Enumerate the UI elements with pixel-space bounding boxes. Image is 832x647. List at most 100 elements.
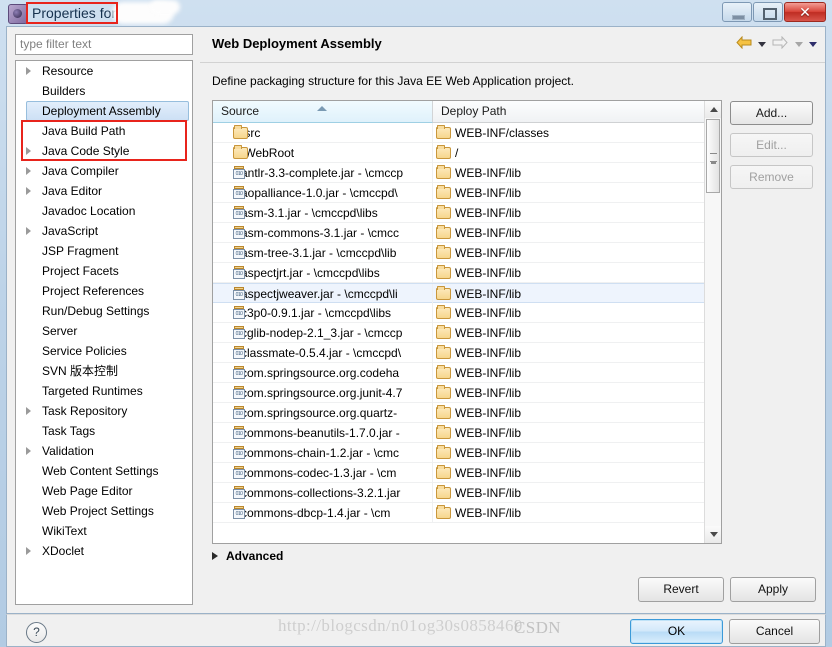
table-row[interactable]: 010 classmate-0.5.4.jar - \cmccpd\ WEB-INF… xyxy=(213,343,721,363)
table-row[interactable]: 010 commons-collections-3.2.1.jar WEB-INF/… xyxy=(213,483,721,503)
jar-icon: 010 xyxy=(233,486,245,499)
sidebar-item-validation[interactable]: Validation xyxy=(16,441,192,461)
folder-icon xyxy=(436,345,451,359)
watermark-csdn: CSDN xyxy=(514,618,561,637)
sidebar-item-wikitext[interactable]: WikiText xyxy=(16,521,192,541)
scrollbar-thumb[interactable] xyxy=(706,119,720,193)
chevron-right-icon[interactable] xyxy=(26,187,31,195)
table-row[interactable]: 010 aspectjrt.jar - \cmccpd\libs WEB-INF/l… xyxy=(213,263,721,283)
scroll-up-button[interactable] xyxy=(705,101,721,118)
add-button[interactable]: Add... xyxy=(730,101,813,125)
page-navigation[interactable] xyxy=(733,35,817,54)
back-arrow-icon[interactable] xyxy=(735,35,752,52)
folder-icon xyxy=(436,185,451,199)
sidebar-item-label: Task Repository xyxy=(42,404,128,418)
revert-button[interactable]: Revert xyxy=(638,577,724,602)
table-row[interactable]: /src WEB-INF/classes xyxy=(213,123,721,143)
sidebar-item-jsp-fragment[interactable]: JSP Fragment xyxy=(16,241,192,261)
source-label: aspectjrt.jar - \cmccpd\libs xyxy=(241,266,380,280)
sidebar-item-xdoclet[interactable]: XDoclet xyxy=(16,541,192,561)
sidebar-item-web-page-editor[interactable]: Web Page Editor xyxy=(16,481,192,501)
sidebar-item-server[interactable]: Server xyxy=(16,321,192,341)
cell-deploy-path: WEB-INF/lib xyxy=(433,303,706,322)
help-icon[interactable]: ? xyxy=(26,622,47,643)
cell-source: 010 commons-chain-1.2.jar - \cmc xyxy=(213,443,433,462)
edit-button: Edit... xyxy=(730,133,813,157)
sidebar-item-java-code-style[interactable]: Java Code Style xyxy=(16,141,192,161)
table-row[interactable]: 010 cglib-nodep-2.1_3.jar - \cmccp WEB-INF… xyxy=(213,323,721,343)
cell-source: 010 antlr-3.3-complete.jar - \cmccp xyxy=(213,163,433,182)
table-row[interactable]: 010 com.springsource.org.junit-4.7 WEB-INF… xyxy=(213,383,721,403)
sidebar-item-project-references[interactable]: Project References xyxy=(16,281,192,301)
sidebar-item-java-editor[interactable]: Java Editor xyxy=(16,181,192,201)
close-button[interactable]: ✕ xyxy=(784,2,826,22)
table-row[interactable]: 010 commons-dbcp-1.4.jar - \cm WEB-INF/lib xyxy=(213,503,721,523)
watermark-text: http://blogcsdn/n01og30s0858469 CSDN xyxy=(278,616,818,640)
sidebar-item-deployment-assembly[interactable]: Deployment Assembly xyxy=(26,101,189,121)
forward-dropdown-icon xyxy=(794,41,803,47)
view-menu-icon[interactable] xyxy=(809,41,817,47)
cell-deploy-path: WEB-INF/classes xyxy=(433,123,706,142)
sidebar-item-label: Task Tags xyxy=(42,424,96,438)
filter-input[interactable]: type filter text xyxy=(15,34,193,55)
chevron-right-icon[interactable] xyxy=(26,67,31,75)
table-row[interactable]: /WebRoot / xyxy=(213,143,721,163)
sidebar-item-web-content-settings[interactable]: Web Content Settings xyxy=(16,461,192,481)
folder-icon xyxy=(436,485,451,499)
deploy-path-label: / xyxy=(455,146,459,160)
sidebar-item-resource[interactable]: Resource xyxy=(16,61,192,81)
sidebar-item-task-tags[interactable]: Task Tags xyxy=(16,421,192,441)
sidebar-item-run-debug-settings[interactable]: Run/Debug Settings xyxy=(16,301,192,321)
table-row[interactable]: 010 com.springsource.org.codeha WEB-INF/li… xyxy=(213,363,721,383)
folder-icon xyxy=(436,405,451,419)
table-row[interactable]: 010 com.springsource.org.quartz- WEB-INF/l… xyxy=(213,403,721,423)
table-row[interactable]: 010 c3p0-0.9.1.jar - \cmccpd\libs WEB-INF/… xyxy=(213,303,721,323)
table-vertical-scrollbar[interactable] xyxy=(704,101,721,543)
sidebar-item-web-project-settings[interactable]: Web Project Settings xyxy=(16,501,192,521)
scroll-down-button[interactable] xyxy=(705,526,721,543)
table-row[interactable]: 010 asm-tree-3.1.jar - \cmccpd\lib WEB-INF… xyxy=(213,243,721,263)
sidebar-item-java-build-path[interactable]: Java Build Path xyxy=(16,121,192,141)
table-body[interactable]: /src WEB-INF/classes/WebRoot/010 antlr-3.3… xyxy=(213,123,721,523)
sidebar-item-svn[interactable]: SVN 版本控制 xyxy=(16,361,192,381)
sidebar-item-project-facets[interactable]: Project Facets xyxy=(16,261,192,281)
advanced-label: Advanced xyxy=(226,549,284,563)
back-dropdown-icon[interactable] xyxy=(757,41,766,47)
chevron-right-icon[interactable] xyxy=(26,407,31,415)
properties-dialog-window: Properties for ✕ type filter text Resour… xyxy=(0,0,832,647)
sidebar-item-javadoc-location[interactable]: Javadoc Location xyxy=(16,201,192,221)
table-row[interactable]: 010 commons-codec-1.3.jar - \cm WEB-INF/li… xyxy=(213,463,721,483)
column-header-deploy-path[interactable]: Deploy Path xyxy=(433,101,706,123)
table-row[interactable]: 010 asm-commons-3.1.jar - \cmcc WEB-INF/li… xyxy=(213,223,721,243)
sidebar-item-service-policies[interactable]: Service Policies xyxy=(16,341,192,361)
chevron-right-icon[interactable] xyxy=(26,447,31,455)
table-row[interactable]: 010 aopalliance-1.0.jar - \cmccpd\ WEB-INF… xyxy=(213,183,721,203)
source-label: aopalliance-1.0.jar - \cmccpd\ xyxy=(241,186,398,200)
sidebar-item-task-repository[interactable]: Task Repository xyxy=(16,401,192,421)
column-header-source[interactable]: Source xyxy=(213,101,433,123)
apply-button[interactable]: Apply xyxy=(730,577,816,602)
table-row[interactable]: 010 aspectjweaver.jar - \cmccpd\li WEB-INF… xyxy=(213,283,721,303)
sidebar-item-java-compiler[interactable]: Java Compiler xyxy=(16,161,192,181)
chevron-right-icon[interactable] xyxy=(26,547,31,555)
sidebar-item-targeted-runtimes[interactable]: Targeted Runtimes xyxy=(16,381,192,401)
chevron-right-icon xyxy=(212,552,218,560)
settings-tree[interactable]: Resource Builders Deployment Assembly Java … xyxy=(15,60,193,605)
table-row[interactable]: 010 antlr-3.3-complete.jar - \cmccp WEB-IN… xyxy=(213,163,721,183)
chevron-right-icon[interactable] xyxy=(26,227,31,235)
table-row[interactable]: 010 asm-3.1.jar - \cmccpd\libs WEB-INF/lib xyxy=(213,203,721,223)
advanced-section-toggle[interactable]: Advanced xyxy=(212,549,283,565)
table-row[interactable]: 010 commons-chain-1.2.jar - \cmc WEB-INF/l… xyxy=(213,443,721,463)
minimize-button[interactable] xyxy=(722,2,752,22)
folder-icon xyxy=(436,205,451,219)
deployment-assembly-table[interactable]: Source Deploy Path /src WEB-INF/classes/W… xyxy=(212,100,722,544)
title-bar[interactable]: Properties for ✕ xyxy=(0,0,832,26)
sidebar-item-javascript[interactable]: JavaScript xyxy=(16,221,192,241)
sidebar-item-builders[interactable]: Builders xyxy=(16,81,192,101)
chevron-right-icon[interactable] xyxy=(26,147,31,155)
source-label: com.springsource.org.quartz- xyxy=(241,406,398,420)
deploy-path-label: WEB-INF/lib xyxy=(455,366,521,380)
chevron-right-icon[interactable] xyxy=(26,167,31,175)
maximize-button[interactable] xyxy=(753,2,783,22)
table-row[interactable]: 010 commons-beanutils-1.7.0.jar - WEB-INF… xyxy=(213,423,721,443)
